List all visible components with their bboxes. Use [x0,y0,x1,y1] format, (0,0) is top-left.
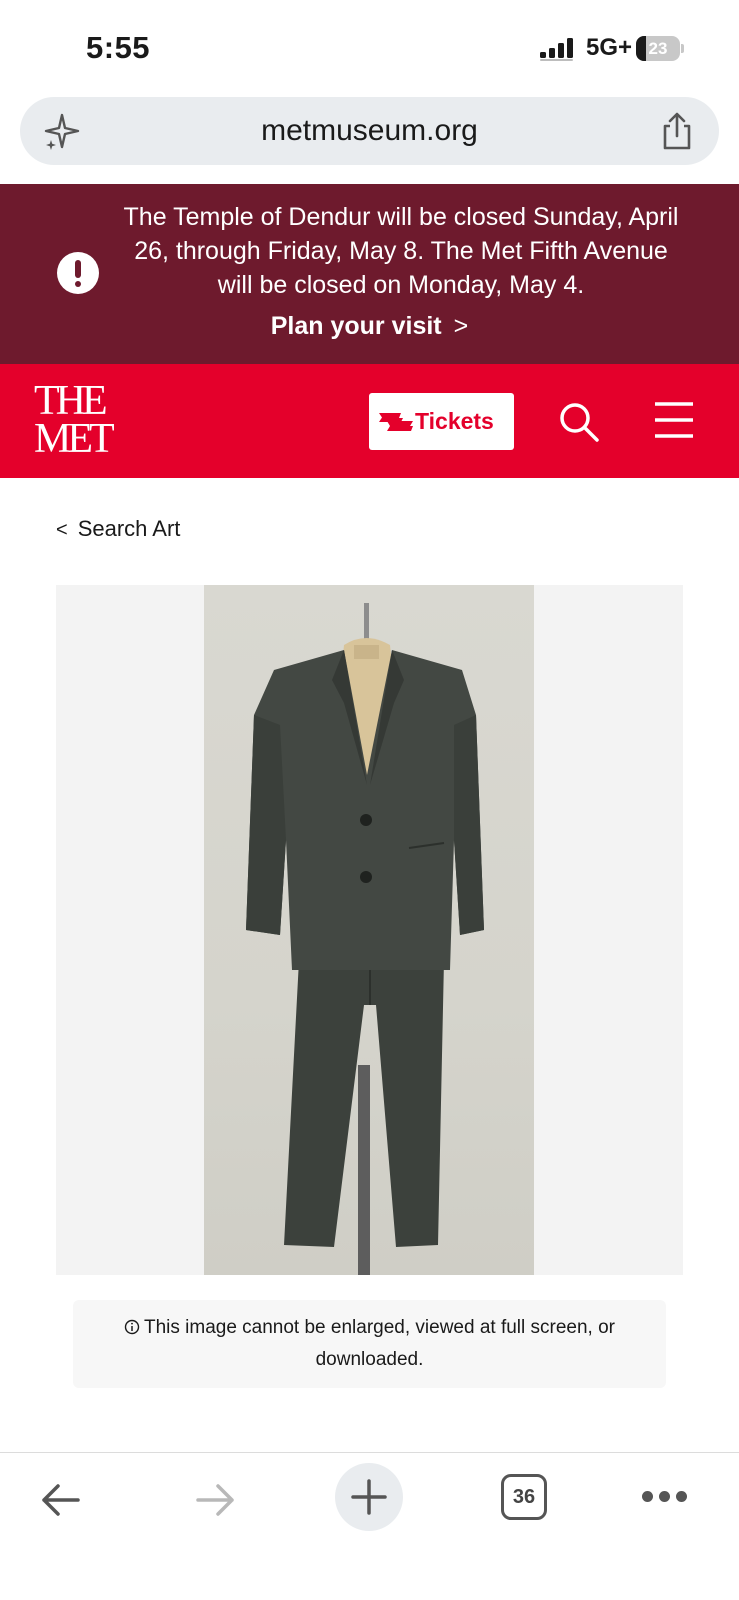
met-logo[interactable]: THE MET [34,378,115,462]
plan-your-visit-link[interactable]: Plan your visit > [0,312,739,341]
chevron-right-icon: > [453,312,469,340]
menu-icon[interactable] [654,400,694,440]
logo-line-2: MET [34,416,115,462]
signal-icon [540,38,573,61]
forward-arrow-icon[interactable] [192,1477,238,1523]
battery-text: 23 [648,39,668,58]
share-icon[interactable] [657,110,697,152]
status-time: 5:55 [86,30,151,65]
tickets-button[interactable]: Tickets [369,393,514,450]
artwork-image-frame [56,585,683,1275]
search-icon[interactable] [557,400,601,444]
network-type: 5G+ [586,34,633,61]
browser-toolbar: 36 [0,1452,739,1600]
plus-icon [351,1479,387,1515]
site-header: THE MET Tickets [0,364,739,478]
info-icon [124,1319,140,1335]
tab-switcher-button[interactable]: 36 [501,1474,547,1520]
logo-line-1: THE [34,378,108,424]
alert-icon [57,252,99,294]
back-arrow-icon[interactable] [38,1477,84,1523]
new-tab-button[interactable] [335,1463,403,1531]
notice-text: This image cannot be enlarged, viewed at… [143,1317,616,1370]
address-bar[interactable]: metmuseum.org [20,97,719,165]
closure-alert-banner: The Temple of Dendur will be closed Sund… [0,184,739,364]
chevron-left-icon: < [56,519,68,541]
tickets-label: Tickets [415,408,494,434]
page: 5:55 5G+ 23 metmuseum.org The Temple of … [0,0,739,1600]
url-text[interactable]: metmuseum.org [20,97,719,165]
artwork-image [204,585,534,1275]
back-to-search-link[interactable]: < Search Art [56,516,180,542]
plan-your-visit-label: Plan your visit [270,312,442,340]
status-bar: 5:55 5G+ 23 [0,0,739,90]
alert-message: The Temple of Dendur will be closed Sund… [123,203,679,299]
battery-icon: 23 [636,36,684,61]
image-usage-notice: This image cannot be enlarged, viewed at… [73,1300,666,1388]
more-options-icon[interactable] [642,1491,688,1505]
suit-illustration [246,603,484,1275]
ticket-icon [379,413,413,431]
breadcrumb-label: Search Art [77,516,181,541]
